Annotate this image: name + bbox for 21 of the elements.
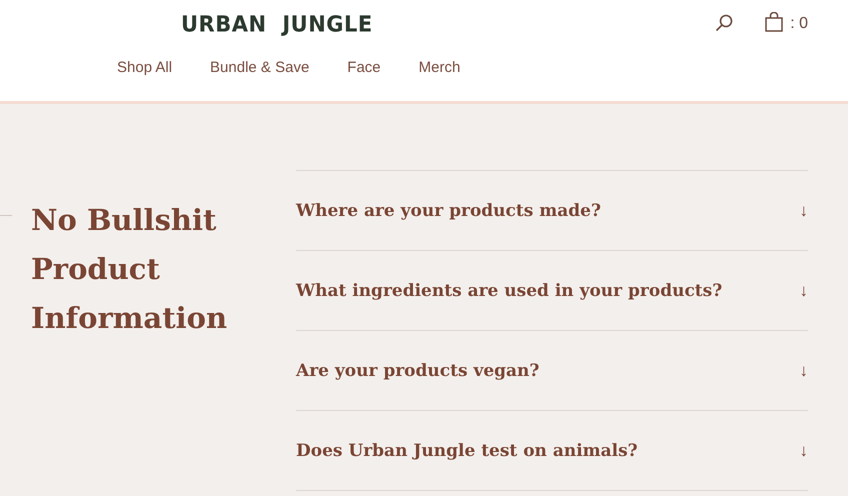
expand-arrow-icon: ↓ xyxy=(800,280,808,300)
expand-arrow-icon: ↓ xyxy=(800,360,808,380)
faq-question: Where are your products made? xyxy=(296,200,601,220)
faq-question: Are your products vegan? xyxy=(296,360,540,380)
search-icon[interactable] xyxy=(715,14,734,32)
nav-link[interactable]: Merch xyxy=(418,59,460,76)
shopping-bag-icon[interactable] xyxy=(765,12,784,32)
expand-arrow-icon: ↓ xyxy=(800,440,808,460)
cart-count: : 0 xyxy=(790,15,808,33)
brand-logo[interactable]: URBAN JUNGLE xyxy=(181,11,373,37)
faq-item[interactable]: Are your products vegan? ↓ xyxy=(296,331,808,411)
nav-link[interactable]: Bundle & Save xyxy=(210,59,310,76)
faq-item[interactable]: Where are your products made? ↓ xyxy=(296,171,808,251)
expand-arrow-icon: ↓ xyxy=(800,200,808,220)
section-heading: No Bullshit Product Information xyxy=(31,202,228,337)
nav-link[interactable]: Shop All xyxy=(117,59,172,76)
faq-item[interactable]: What ingredients are used in your products? ↓ xyxy=(296,251,808,331)
faq-item[interactable]: Does Urban Jungle test on animals? ↓ xyxy=(296,411,808,491)
nav-link[interactable]: Face xyxy=(347,59,381,76)
faq-question: Does Urban Jungle test on animals? xyxy=(296,440,638,460)
faq-question: What ingredients are used in your products? xyxy=(296,280,722,300)
